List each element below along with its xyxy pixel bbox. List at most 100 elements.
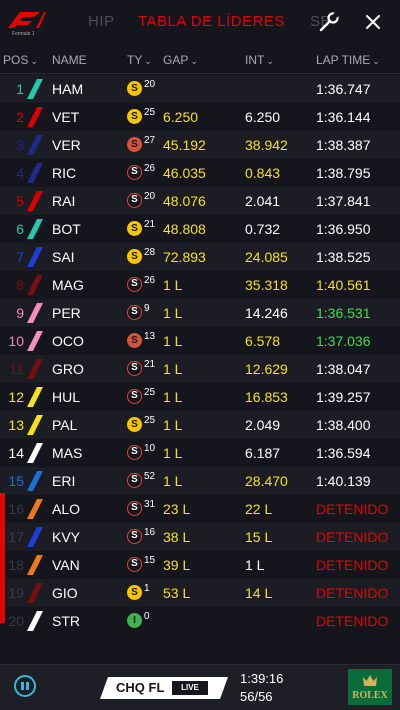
team-color-stripe	[27, 191, 43, 211]
tyre-compound-icon: S	[127, 81, 142, 96]
tab-championship[interactable]: HIP	[88, 13, 116, 30]
leaderboard-row[interactable]: 6 BOT S 21 48.808 0.732 1:36.950	[0, 215, 400, 243]
header-lap-time[interactable]: LAP TIME ⌄	[316, 53, 380, 67]
leaderboard-row[interactable]: 8 MAG S 26 1 L 35.318 1:40.561	[0, 271, 400, 299]
leaderboard-row[interactable]: 1 HAM S 20 1:36.747	[0, 75, 400, 103]
gap-value: 38 L	[163, 529, 191, 545]
driver-code: STR	[52, 613, 80, 629]
tyre-laps: 9	[144, 303, 150, 314]
header-gap[interactable]: GAP ⌄	[163, 53, 198, 67]
team-color-stripe	[27, 499, 43, 519]
position-number: 7	[16, 249, 24, 265]
team-color-stripe	[27, 387, 43, 407]
lap-time-value: 1:38.400	[316, 417, 371, 433]
chevron-down-icon: ⌄	[144, 56, 152, 66]
interval-value: 28.470	[245, 473, 288, 489]
leaderboard-row[interactable]: 7 SAI S 28 72.893 24.085 1:38.525	[0, 243, 400, 271]
leaderboard-row[interactable]: 14 MAS S 10 1 L 6.187 1:36.594	[0, 439, 400, 467]
leaderboard-row[interactable]: 11 GRO S 21 1 L 12.629 1:38.047	[0, 355, 400, 383]
sponsor-label: ROLEX	[352, 690, 388, 701]
tyre-compound-icon: I	[127, 613, 142, 628]
leaderboard-row[interactable]: 15 ERI S 52 1 L 28.470 1:40.139	[0, 467, 400, 495]
lap-time-value: 1:40.139	[316, 473, 371, 489]
leaderboard-row[interactable]: 17 KVY S 16 38 L 15 L DETENIDO	[0, 523, 400, 551]
tab-leaderboard[interactable]: TABLA DE LÍDERES	[138, 13, 285, 30]
position-number: 6	[16, 221, 24, 237]
leaderboard-row[interactable]: 10 OCO S 13 1 L 6.578 1:37.036	[0, 327, 400, 355]
svg-text:Formula 1: Formula 1	[12, 31, 35, 36]
lap-time-value: DETENIDO	[316, 529, 389, 545]
header-tyre[interactable]: TY ⌄	[127, 53, 152, 67]
tyre-compound-icon: S	[127, 333, 142, 348]
lap-time-value: 1:39.257	[316, 389, 371, 405]
driver-code: MAS	[52, 445, 83, 461]
driver-code: VER	[52, 137, 81, 153]
lap-time-value: 1:38.525	[316, 249, 371, 265]
driver-code: SAI	[52, 249, 75, 265]
interval-value: 6.250	[245, 109, 281, 125]
team-color-stripe	[27, 135, 43, 155]
pause-icon[interactable]	[14, 675, 36, 697]
lap-time-value: 1:36.594	[316, 445, 371, 461]
leaderboard-row[interactable]: 9 PER S 9 1 L 14.246 1:36.531	[0, 299, 400, 327]
driver-code: MAG	[52, 277, 84, 293]
header-int[interactable]: INT ⌄	[245, 53, 274, 67]
driver-code: KVY	[52, 529, 81, 545]
gap-value: 6.250	[163, 109, 199, 125]
gap-value: 48.076	[163, 193, 206, 209]
driver-code: PER	[52, 305, 81, 321]
leaderboard-row[interactable]: 4 RIC S 26 46.035 0.843 1:38.795	[0, 159, 400, 187]
lap-time-value: 1:37.841	[316, 193, 371, 209]
driver-code: HUL	[52, 389, 81, 405]
team-color-stripe	[27, 527, 43, 547]
interval-value: 6.578	[245, 333, 281, 349]
gap-value: 46.035	[163, 165, 206, 181]
leaderboard-row[interactable]: 19 GIO S 1 53 L 14 L DETENIDO	[0, 579, 400, 607]
tyre-compound-icon: S	[127, 109, 142, 124]
leaderboard-row[interactable]: 18 VAN S 15 39 L1 L DETENIDO	[0, 551, 400, 579]
live-badge: LIVE	[172, 681, 208, 695]
tyre-laps: 26	[144, 275, 156, 286]
leaderboard-row[interactable]: 5 RAI S 20 48.076 2.041 1:37.841	[0, 187, 400, 215]
lap-time-value: 1:36.531	[316, 305, 371, 321]
tyre-laps: 25	[144, 387, 156, 398]
driver-code: GIO	[52, 585, 78, 601]
close-icon[interactable]	[362, 11, 384, 33]
leaderboard-row[interactable]: 3 VER S 27 45.192 38.942 1:38.387	[0, 131, 400, 159]
leaderboard-row[interactable]: 13 PAL S 25 1 L 2.049 1:38.400	[0, 411, 400, 439]
interval-value: 12.629	[245, 361, 288, 377]
gap-value: 45.192	[163, 137, 206, 153]
lap-time-value: 1:36.747	[316, 81, 371, 97]
position-number: 3	[16, 137, 24, 153]
interval-value: 6.187	[245, 445, 281, 461]
tyre-compound-icon: S	[127, 501, 142, 516]
top-bar: Formula 1 HIP TABLA DE LÍDERES SE	[0, 0, 400, 44]
gap-value: 1 L	[163, 305, 183, 321]
position-number: 9	[16, 305, 24, 321]
team-color-stripe	[27, 555, 43, 575]
lap-time-value: 1:40.561	[316, 277, 371, 293]
lap-time-value: 1:38.795	[316, 165, 371, 181]
driver-code: OCO	[52, 333, 84, 349]
team-color-stripe	[27, 303, 43, 323]
leaderboard-row[interactable]: 16 ALO S 31 23 L 22 L DETENIDO	[0, 495, 400, 523]
driver-code: ERI	[52, 473, 76, 489]
gap-value: 1 L	[163, 277, 183, 293]
leaderboard-row[interactable]: 12 HUL S 25 1 L 16.853 1:39.257	[0, 383, 400, 411]
tyre-laps: 31	[144, 499, 156, 510]
wrench-icon[interactable]	[318, 11, 340, 33]
leaderboard-row[interactable]: 2 VET S 25 6.250 6.250 1:36.144	[0, 103, 400, 131]
driver-code: BOT	[52, 221, 81, 237]
position-number: 14	[8, 445, 24, 461]
driver-code: ALO	[52, 501, 81, 517]
gap-value: 23 L	[163, 501, 191, 517]
gap-value: 1 L	[163, 417, 183, 433]
interval-value: 14.246	[245, 305, 288, 321]
header-pos[interactable]: POS ⌄	[3, 53, 38, 67]
leaderboard-row[interactable]: 20 STR I 0 DETENIDO	[0, 607, 400, 635]
header-name[interactable]: NAME	[52, 53, 87, 67]
driver-code: GRO	[52, 361, 84, 377]
gap-value: 1 L	[163, 389, 183, 405]
tyre-compound-icon: S	[127, 249, 142, 264]
gap-value: 1 L	[163, 333, 183, 349]
